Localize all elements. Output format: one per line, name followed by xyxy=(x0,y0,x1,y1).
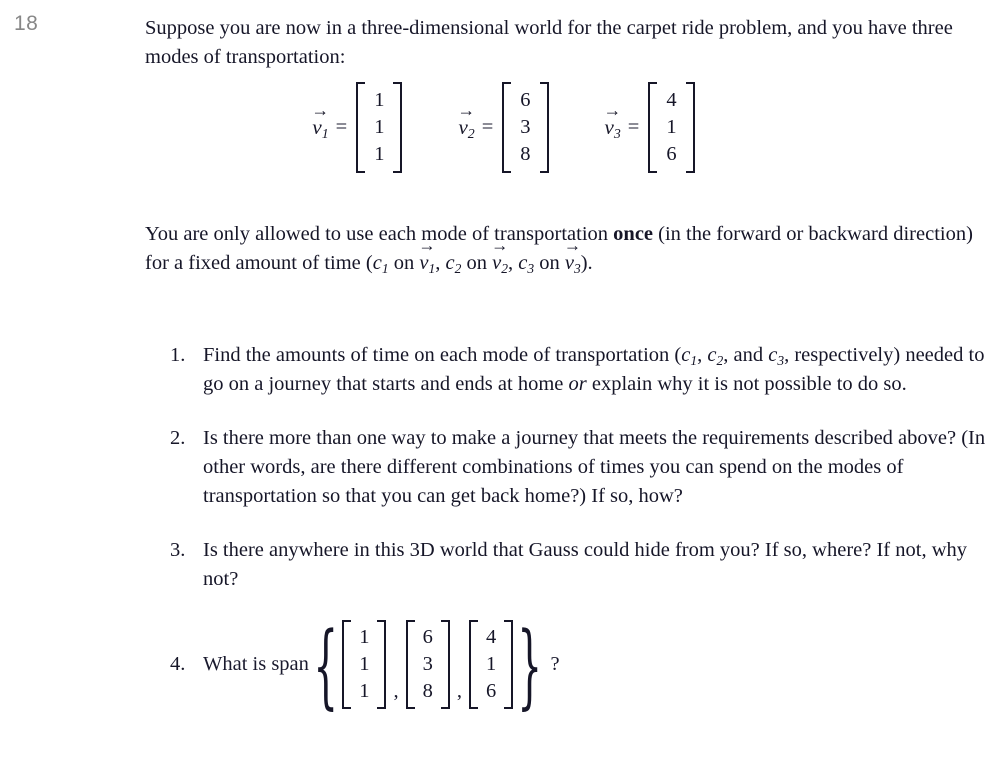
matrix-cell: 6 xyxy=(485,680,497,702)
matrix-cells: 1 1 1 xyxy=(365,82,393,173)
question-item-2: 2. Is there more than one way to make a … xyxy=(170,424,995,511)
matrix-v1: 1 1 1 xyxy=(356,82,403,173)
matrix-cells: 4 1 6 xyxy=(478,620,504,709)
rules-on-1: on xyxy=(388,252,420,274)
matrix-cell: 1 xyxy=(374,116,385,138)
matrix-cell: 6 xyxy=(666,143,677,165)
math-v1: → v1 xyxy=(418,235,436,276)
math-c1: c1 xyxy=(372,252,389,276)
matrix-cell: 4 xyxy=(666,89,677,111)
matrix-cell: 3 xyxy=(520,116,531,138)
rules-seg-1: You are only allowed to use each mode of… xyxy=(145,223,614,245)
rules-paragraph-block: You are only allowed to use each mode of… xyxy=(145,220,995,278)
question-marker-2: 2. xyxy=(170,427,186,449)
bracket-right-icon xyxy=(377,620,387,709)
question-item-1: 1. Find the amounts of time on each mode… xyxy=(170,341,995,399)
math-c2: c2 xyxy=(707,344,724,368)
vector-definition-3: → v3 = 4 1 6 xyxy=(603,82,695,173)
math-c3: c3 xyxy=(768,344,785,368)
span-expression: What is span { 1 1 1 , 6 3 8 , 4 1 6} ? xyxy=(203,610,560,719)
vector-label-v3: → v3 xyxy=(603,100,622,141)
bracket-left-icon xyxy=(405,620,415,709)
bracket-left-icon xyxy=(356,82,366,173)
q1-italic-or: or xyxy=(568,373,587,395)
question-body-1: Find the amounts of time on each mode of… xyxy=(203,341,995,399)
question-list: 1. Find the amounts of time on each mode… xyxy=(170,341,995,719)
matrix-cells: 6 3 8 xyxy=(511,82,539,173)
equals-sign-2: = xyxy=(481,116,494,138)
vector-definitions-row: → v1 = 1 1 1 → v2 = 6 3 8 → v3 = 4 1 6 xyxy=(0,82,1007,173)
span-question-mark: ? xyxy=(550,653,560,675)
q1-seg-1: Find the amounts of time on each mode of… xyxy=(203,344,682,366)
matrix-cell: 1 xyxy=(359,626,370,648)
rules-bold-once: once xyxy=(613,223,654,245)
matrix-cell: 1 xyxy=(359,653,370,675)
vector-definition-1: → v1 = 1 1 1 xyxy=(311,82,403,173)
matrix-cell: 1 xyxy=(485,653,497,675)
matrix-cell: 1 xyxy=(374,143,385,165)
bracket-left-icon xyxy=(468,620,478,709)
question-item-3: 3. Is there anywhere in this 3D world th… xyxy=(170,536,995,594)
matrix-cell: 1 xyxy=(666,116,677,138)
question-body-3: Is there anywhere in this 3D world that … xyxy=(203,539,967,590)
intro-line-1: Suppose you are now in a three-dimension… xyxy=(145,17,863,39)
rules-tail: ). xyxy=(580,252,593,274)
bracket-right-icon xyxy=(504,620,514,709)
matrix-cells: 6 3 8 xyxy=(415,620,441,709)
q1-sep-1: , xyxy=(697,344,708,366)
bracket-left-icon xyxy=(502,82,512,173)
bracket-right-icon xyxy=(440,620,450,709)
bracket-left-icon xyxy=(342,620,352,709)
q1-sep-2: , and xyxy=(723,344,769,366)
page-number: 18 xyxy=(14,12,39,35)
span-separator-comma: , xyxy=(456,680,462,702)
matrix-cell: 8 xyxy=(422,680,433,702)
equals-sign-1: = xyxy=(335,116,348,138)
span-matrix-3: 4 1 6 xyxy=(468,620,514,709)
span-matrix-2: 6 3 8 xyxy=(405,620,450,709)
matrix-cell: 4 xyxy=(485,626,497,648)
matrix-cell: 6 xyxy=(422,626,433,648)
q1-seg-3: explain why it is not possible to do so. xyxy=(586,373,907,395)
vector-label-v2: → v2 xyxy=(457,100,476,141)
matrix-cell: 1 xyxy=(359,680,370,702)
matrix-v3: 4 1 6 xyxy=(648,82,695,173)
matrix-cells: 1 1 1 xyxy=(351,620,377,709)
matrix-cell: 8 xyxy=(520,143,531,165)
span-lead-text: What is span xyxy=(203,653,309,675)
math-c1: c1 xyxy=(681,344,698,368)
vector-label-v1: → v1 xyxy=(311,100,329,141)
rules-paragraph: You are only allowed to use each mode of… xyxy=(145,220,995,278)
bracket-right-icon xyxy=(393,82,403,173)
question-item-4: 4. What is span { 1 1 1 , 6 3 8 , 4 1 6 … xyxy=(170,610,995,719)
matrix-cell: 3 xyxy=(422,653,433,675)
math-c2: c2 xyxy=(445,252,462,276)
bracket-right-icon xyxy=(539,82,549,173)
matrix-cell: 1 xyxy=(374,89,385,111)
rules-sep-1: , xyxy=(435,252,446,274)
question-marker-3: 3. xyxy=(170,539,186,561)
vector-definition-2: → v2 = 6 3 8 xyxy=(457,82,549,173)
span-matrix-1: 1 1 1 xyxy=(342,620,387,709)
math-c3: c3 xyxy=(518,252,535,276)
intro-paragraph-block: Suppose you are now in a three-dimension… xyxy=(145,10,993,72)
matrix-cells: 4 1 6 xyxy=(657,82,685,173)
question-body-2: Is there more than one way to make a jou… xyxy=(203,427,986,507)
question-marker-4: 4. xyxy=(170,653,186,676)
rules-on-2: on xyxy=(461,252,493,274)
matrix-v2: 6 3 8 xyxy=(502,82,549,173)
span-separator-comma: , xyxy=(393,680,399,702)
rules-on-3: on xyxy=(534,252,565,274)
equals-sign-3: = xyxy=(627,116,640,138)
bracket-left-icon xyxy=(648,82,658,173)
question-marker-1: 1. xyxy=(170,344,186,366)
intro-paragraph: Suppose you are now in a three-dimension… xyxy=(145,14,993,72)
matrix-cell: 6 xyxy=(520,89,531,111)
math-v3: → v3 xyxy=(563,235,582,276)
rules-sep-2: , xyxy=(507,252,519,274)
math-v2: → v2 xyxy=(491,235,509,276)
bracket-right-icon xyxy=(685,82,695,173)
